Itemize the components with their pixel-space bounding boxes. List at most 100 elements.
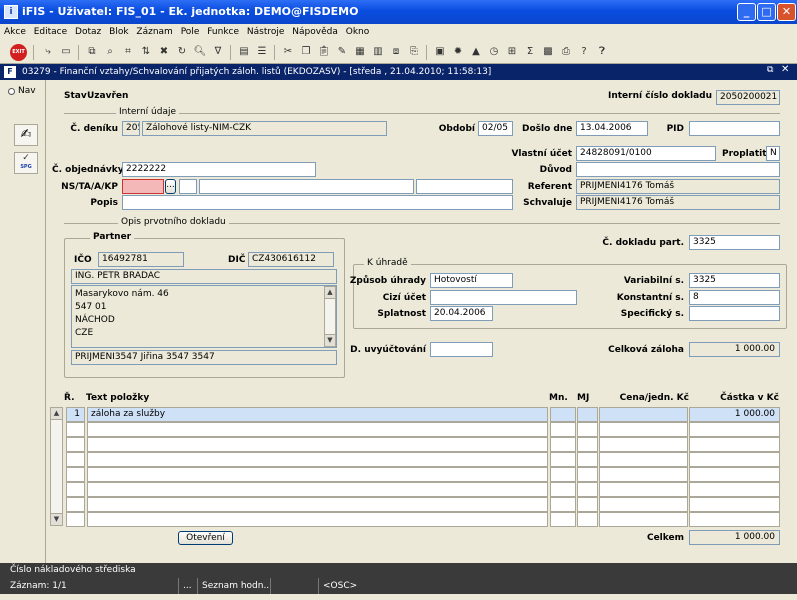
cell-castka[interactable] xyxy=(689,497,780,512)
scroll-up-icon[interactable]: ▲ xyxy=(50,407,63,420)
zpusob-field[interactable]: Hotovostí xyxy=(430,273,513,288)
cell-cena[interactable] xyxy=(599,452,688,467)
context-help-icon[interactable]: ? xyxy=(576,44,592,60)
approve-icon[interactable]: ✍ xyxy=(14,124,38,146)
cell-cena[interactable] xyxy=(599,467,688,482)
scroll-down-icon[interactable]: ▼ xyxy=(324,334,336,347)
close-subwindow-icon[interactable]: ✕ xyxy=(781,64,789,75)
clock-icon[interactable]: ◷ xyxy=(486,44,502,60)
cell-text[interactable]: záloha za služby xyxy=(87,407,548,422)
cell-mn[interactable] xyxy=(550,437,576,452)
cdeniku-field[interactable]: 205 xyxy=(122,121,140,136)
restore-subwindow-icon[interactable]: ⧉ xyxy=(767,65,773,75)
cell-r[interactable] xyxy=(66,482,85,497)
menu-editace[interactable]: Editace xyxy=(34,27,67,37)
cell-r[interactable] xyxy=(66,422,85,437)
cell-cena[interactable] xyxy=(599,497,688,512)
splatnost-field[interactable]: 20.04.2006 xyxy=(430,306,493,321)
new-record-icon[interactable]: ⧉ xyxy=(84,44,100,60)
objednavky-field[interactable]: 2222222 xyxy=(122,162,316,177)
interni-cislo-field[interactable]: 2050200021 xyxy=(716,90,780,105)
attach-icon[interactable]: ⎘ xyxy=(406,44,422,60)
cut-icon[interactable]: ✂ xyxy=(280,44,296,60)
execute-query-icon[interactable]: ⌗ xyxy=(120,44,136,60)
celkem-field[interactable]: 1 000.00 xyxy=(689,530,780,545)
cell-cena[interactable] xyxy=(599,422,688,437)
cell-mj[interactable] xyxy=(577,467,598,482)
cell-mn[interactable] xyxy=(550,467,576,482)
close-window-button[interactable]: ✕ xyxy=(777,3,796,21)
menu-dotaz[interactable]: Dotaz xyxy=(75,27,101,37)
cell-text[interactable] xyxy=(87,482,548,497)
schvaluje-field[interactable]: PRIJMENI4176 Tomáš xyxy=(576,195,780,210)
menu-pole[interactable]: Pole xyxy=(181,27,200,37)
cell-mj[interactable] xyxy=(577,437,598,452)
chart-icon[interactable]: ▲ xyxy=(468,44,484,60)
cell-r[interactable]: 1 xyxy=(66,407,85,422)
cell-mj[interactable] xyxy=(577,452,598,467)
cell-castka[interactable] xyxy=(689,512,780,527)
duvod-field[interactable] xyxy=(576,162,780,177)
calculator-icon[interactable]: ⊞ xyxy=(504,44,520,60)
scroll-down-icon[interactable]: ▼ xyxy=(50,513,63,526)
help-icon[interactable]: ❓︎ xyxy=(594,44,610,60)
maximize-button[interactable]: □ xyxy=(757,3,776,21)
cell-r[interactable] xyxy=(66,467,85,482)
cell-text[interactable] xyxy=(87,497,548,512)
cell-castka[interactable] xyxy=(689,467,780,482)
spg-icon[interactable]: ✓ SPG xyxy=(14,152,38,174)
export-icon[interactable]: ⎙ xyxy=(558,44,574,60)
cell-castka[interactable] xyxy=(689,452,780,467)
cell-castka[interactable] xyxy=(689,482,780,497)
proplatit-field[interactable]: N xyxy=(766,146,780,161)
address-scrollbar[interactable]: ▲ ▼ xyxy=(324,286,336,347)
cell-mn[interactable] xyxy=(550,497,576,512)
cell-mj[interactable] xyxy=(577,407,598,422)
menu-nastroje[interactable]: Nástroje xyxy=(247,27,285,37)
print-icon[interactable]: ▭ xyxy=(58,44,74,60)
insert-row-icon[interactable]: ▦ xyxy=(352,44,368,60)
menu-okno[interactable]: Okno xyxy=(346,27,370,37)
duplicate-icon[interactable]: ⧈ xyxy=(388,44,404,60)
list-icon[interactable]: ☰ xyxy=(254,44,270,60)
cell-r[interactable] xyxy=(66,512,85,527)
cell-r[interactable] xyxy=(66,437,85,452)
cell-mn[interactable] xyxy=(550,422,576,437)
cell-cena[interactable] xyxy=(599,482,688,497)
excel-icon[interactable]: ▩ xyxy=(540,44,556,60)
cell-mj[interactable] xyxy=(577,497,598,512)
scroll-up-icon[interactable]: ▲ xyxy=(324,286,336,299)
ico-field[interactable]: 16492781 xyxy=(98,252,184,267)
paste-icon[interactable]: 📋︎ xyxy=(316,44,332,60)
query-icon[interactable]: ⌕ xyxy=(102,44,118,60)
konstantni-field[interactable]: 8 xyxy=(689,290,780,305)
edit-icon[interactable]: ✎ xyxy=(334,44,350,60)
cell-text[interactable] xyxy=(87,512,548,527)
menu-zaznam[interactable]: Záznam xyxy=(136,27,172,37)
vlastni-ucet-field[interactable]: 24828091/0100 xyxy=(576,146,716,161)
print-preview-icon[interactable]: ▤ xyxy=(236,44,252,60)
cell-mj[interactable] xyxy=(577,512,598,527)
search-icon[interactable]: 🔍︎ xyxy=(192,44,208,60)
variabilni-field[interactable]: 3325 xyxy=(689,273,780,288)
cizi-ucet-field[interactable] xyxy=(430,290,577,305)
cell-r[interactable] xyxy=(66,452,85,467)
cell-mn[interactable] xyxy=(550,512,576,527)
cell-castka[interactable] xyxy=(689,437,780,452)
cell-text[interactable] xyxy=(87,452,548,467)
ns-lov-button[interactable]: ... xyxy=(165,179,176,194)
cell-cena[interactable] xyxy=(599,512,688,527)
cell-text[interactable] xyxy=(87,437,548,452)
pid-field[interactable] xyxy=(689,121,780,136)
sum-icon[interactable]: Σ xyxy=(522,44,538,60)
cell-mn[interactable] xyxy=(550,407,576,422)
cell-castka[interactable] xyxy=(689,422,780,437)
delete-row-icon[interactable]: ▥ xyxy=(370,44,386,60)
cell-cena[interactable] xyxy=(599,407,688,422)
contact-field[interactable]: PRIJMENI3547 Jiřina 3547 3547 xyxy=(71,350,337,365)
menu-funkce[interactable]: Funkce xyxy=(207,27,239,37)
cdeniku-name-field[interactable]: Zálohové listy-NIM-CZK xyxy=(142,121,387,136)
cdokladu-part-field[interactable]: 3325 xyxy=(689,235,780,250)
partner-name-field[interactable]: ING. PETR BRADAC xyxy=(71,269,337,284)
save-icon[interactable]: ⤷ xyxy=(40,44,56,60)
